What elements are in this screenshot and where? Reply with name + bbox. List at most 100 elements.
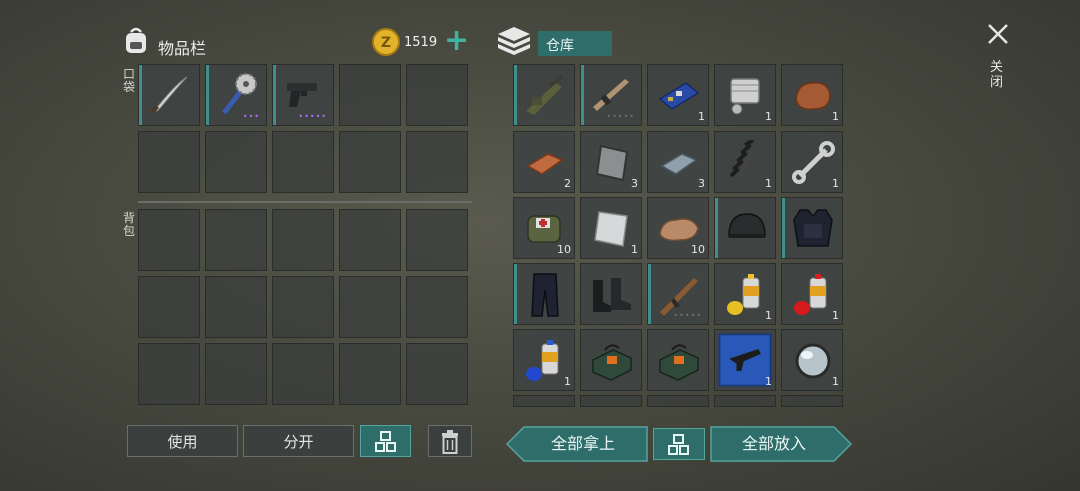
storage-slot-ak-rifle[interactable]: •••••	[647, 263, 709, 325]
storage-slot-copper-bar[interactable]: 2	[513, 131, 575, 193]
vest-icon	[793, 209, 833, 247]
bag-slot[interactable]	[406, 209, 468, 271]
bag-slot[interactable]	[272, 209, 334, 271]
pocket-slot-machete[interactable]	[138, 64, 200, 126]
storage-slot-spring[interactable]: 1	[714, 131, 776, 193]
grid-sort-icon	[374, 431, 396, 452]
inventory-title: 物品栏	[158, 39, 207, 58]
item-count: 1	[564, 375, 571, 388]
copper-ore-icon	[795, 82, 831, 111]
bag-slot[interactable]	[339, 209, 401, 271]
storage-slot-explosive-charge[interactable]	[647, 329, 709, 391]
trash-button[interactable]	[428, 425, 472, 457]
bag-slot[interactable]	[406, 276, 468, 338]
storage-slot-medical-bag[interactable]: 10	[513, 197, 575, 259]
storage-slot-steel-bar[interactable]: 3	[647, 131, 709, 193]
storage-slot-stone[interactable]: 10	[647, 197, 709, 259]
storage-slot-spray-paint-red[interactable]: 1	[781, 263, 843, 325]
storage-slot-spray-paint-yellow[interactable]: 1	[714, 263, 776, 325]
bag-slot[interactable]	[138, 209, 200, 271]
bag-label: 背包	[123, 211, 136, 238]
storage-slot-spray-paint-blue[interactable]: 1	[513, 329, 575, 391]
item-count: 10	[691, 243, 705, 256]
currency-amount: 1519	[404, 35, 438, 50]
item-count: 3	[698, 177, 705, 190]
take-all-button[interactable]: 全部拿上	[524, 426, 642, 462]
use-button[interactable]: 使用	[127, 425, 238, 457]
storage-slot-aluminum-sheet[interactable]: 1	[580, 197, 642, 259]
rarity-dots: •••	[242, 112, 260, 121]
item-count: 1	[765, 110, 772, 123]
pocket-slot[interactable]	[138, 131, 200, 193]
pocket-slot[interactable]	[205, 131, 267, 193]
pocket-slot-saw-mace[interactable]: •••	[205, 64, 267, 126]
storage-slot-tactical-vest[interactable]	[781, 197, 843, 259]
bag-slot[interactable]	[272, 343, 334, 405]
storage-box-icon	[498, 27, 530, 55]
bag-slot[interactable]	[339, 343, 401, 405]
rarity-dots: •••••	[673, 311, 702, 320]
storage-slot-explosive-charge[interactable]	[580, 329, 642, 391]
add-currency-icon[interactable]: +	[444, 26, 469, 56]
storage-slot-tactical-pants[interactable]	[513, 263, 575, 325]
item-count: 1	[631, 243, 638, 256]
sort-storage-button[interactable]	[653, 428, 705, 460]
circuit-board-icon	[658, 82, 700, 110]
svg-text:Z: Z	[381, 35, 391, 51]
item-count: 3	[631, 177, 638, 190]
boots-icon	[593, 278, 631, 312]
storage-slot[interactable]	[647, 395, 709, 407]
storage-slot-wrench[interactable]: 1	[781, 131, 843, 193]
item-count: 1	[698, 110, 705, 123]
item-count: 1	[832, 177, 839, 190]
backpack-icon	[126, 27, 146, 53]
bag-slot[interactable]	[406, 343, 468, 405]
bag-slot[interactable]	[138, 343, 200, 405]
split-button[interactable]: 分开	[243, 425, 354, 457]
rarity-dots: •••••	[606, 112, 635, 121]
pocket-slot[interactable]	[339, 131, 401, 193]
bag-slot[interactable]	[205, 276, 267, 338]
item-count: 1	[765, 375, 772, 388]
storage-slot[interactable]	[580, 395, 642, 407]
storage-slot-tactical-helmet[interactable]	[714, 197, 776, 259]
put-all-button[interactable]: 全部放入	[712, 426, 836, 462]
storage-slot-metal-plate[interactable]: 3	[580, 131, 642, 193]
storage-slot-circuit-board[interactable]: 1	[647, 64, 709, 126]
pocket-slot[interactable]	[272, 131, 334, 193]
close-label: 关闭	[990, 60, 1004, 90]
pocket-slot[interactable]	[406, 131, 468, 193]
grid-sort-icon	[668, 434, 689, 455]
pocket-slot[interactable]	[406, 64, 468, 126]
engine-part-icon	[730, 78, 760, 115]
section-divider	[138, 201, 472, 203]
bag-slot[interactable]	[272, 276, 334, 338]
pocket-slot-pistol[interactable]: •••••	[272, 64, 334, 126]
bag-slot[interactable]	[339, 276, 401, 338]
copper-bar-icon	[526, 153, 564, 175]
bag-slot[interactable]	[205, 343, 267, 405]
storage-slot-smg-blueprint[interactable]: 1	[714, 329, 776, 391]
pocket-label: 口袋	[123, 67, 136, 94]
storage-slot-combat-boots[interactable]	[580, 263, 642, 325]
wrench-icon	[792, 141, 835, 184]
storage-slot[interactable]	[714, 395, 776, 407]
close-icon	[988, 24, 1008, 44]
storage-slot-assault-rifle[interactable]: •••••	[580, 64, 642, 126]
spray-can-icon	[727, 274, 760, 315]
storage-slot-lens[interactable]: 1	[781, 329, 843, 391]
bag-slot[interactable]	[205, 209, 267, 271]
storage-slot[interactable]	[781, 395, 843, 407]
storage-slot[interactable]	[513, 395, 575, 407]
rifle-icon	[526, 74, 564, 115]
aluminum-sheet-icon	[594, 211, 628, 247]
metal-plate-icon	[595, 144, 629, 182]
storage-slot-engine-part[interactable]: 1	[714, 64, 776, 126]
item-count: 1	[832, 375, 839, 388]
storage-slot-copper-ore[interactable]: 1	[781, 64, 843, 126]
bag-slot[interactable]	[138, 276, 200, 338]
pocket-slot[interactable]	[339, 64, 401, 126]
storage-slot-grenade-launcher-rifle[interactable]	[513, 64, 575, 126]
sort-inventory-button[interactable]	[360, 425, 411, 457]
close-button[interactable]: 关闭	[984, 20, 1012, 100]
